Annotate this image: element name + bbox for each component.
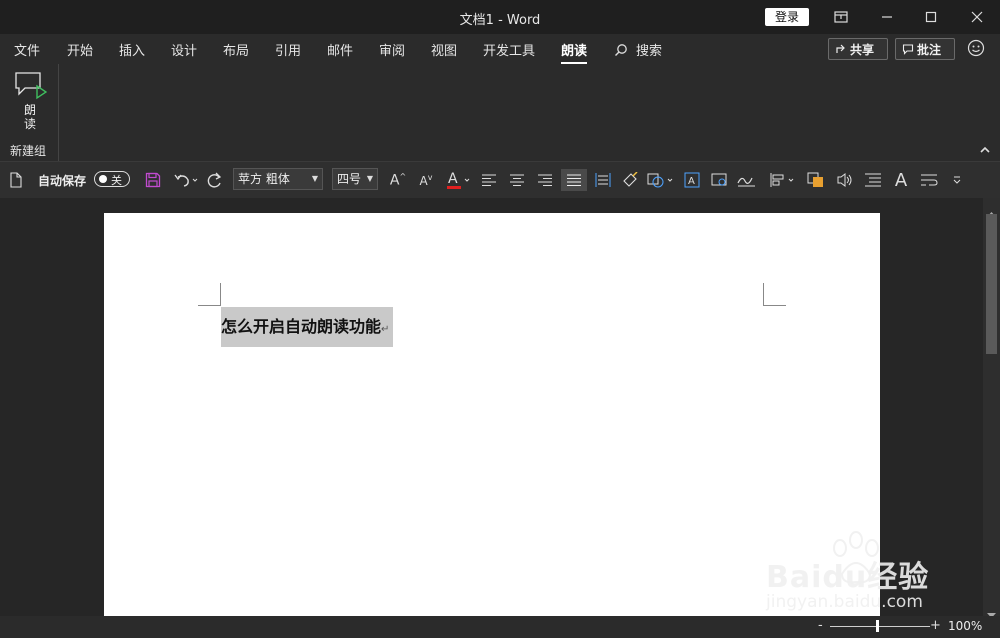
collapse-ribbon-icon[interactable] (980, 146, 990, 157)
status-bar: - + 100% (0, 616, 1000, 638)
text-effects-icon[interactable]: A (891, 169, 911, 191)
baidu-watermark: Baidu经验 jingyan.baidu.com (762, 530, 982, 620)
increase-font-size-icon[interactable]: A^ (388, 169, 408, 191)
maximize-icon[interactable] (908, 0, 954, 34)
align-left-icon[interactable] (478, 169, 500, 191)
heading-text: 怎么开启自动朗读功能 (221, 317, 382, 336)
zoom-level[interactable]: 100% (948, 619, 982, 633)
ribbon-tabs: 文件 开始 插入 设计 布局 引用 邮件 审阅 视图 开发工具 朗读 搜索 共享… (0, 34, 1000, 64)
signature-line-icon[interactable] (736, 169, 758, 191)
read-aloud-icon (15, 72, 48, 100)
zoom-slider-thumb[interactable] (876, 620, 879, 632)
tab-layout[interactable]: 布局 (223, 40, 249, 59)
title-bar: 文档1 - Word 登录 (0, 0, 1000, 34)
justify-icon[interactable] (561, 169, 587, 191)
read-aloud-label-1: 朗 (23, 103, 36, 117)
tab-read-aloud[interactable]: 朗读 (561, 40, 588, 64)
read-aloud-speaker-icon[interactable] (834, 169, 856, 191)
ribbon-panel: 朗 读 新建组 (0, 64, 1000, 161)
font-size-value: 四号 (337, 172, 362, 186)
comment-icon (902, 44, 914, 55)
font-size-select[interactable]: 四号 ▼ (332, 168, 378, 190)
share-icon (836, 44, 845, 53)
ribbon-display-options-icon[interactable] (818, 0, 864, 34)
autosave-label: 自动保存 (38, 173, 87, 188)
search-icon (615, 43, 627, 56)
text-box-icon[interactable]: A (682, 169, 702, 191)
read-aloud-button[interactable]: 朗 读 (10, 70, 50, 131)
save-icon[interactable] (144, 169, 162, 191)
tab-home[interactable]: 开始 (67, 40, 93, 59)
document-heading[interactable]: 怎么开启自动朗读功能↵ (221, 307, 394, 347)
new-document-icon[interactable] (8, 169, 24, 191)
tab-file[interactable]: 文件 (14, 40, 40, 59)
close-icon[interactable] (954, 0, 1000, 34)
comments-button[interactable]: 批注 (895, 38, 955, 60)
tab-insert[interactable]: 插入 (119, 40, 145, 59)
tab-design[interactable]: 设计 (171, 40, 197, 59)
tab-review[interactable]: 审阅 (379, 40, 405, 59)
svg-text:A: A (688, 176, 695, 187)
redo-icon[interactable] (204, 169, 226, 191)
search-label: 搜索 (636, 44, 663, 59)
chevron-down-icon: ▼ (366, 174, 373, 183)
tab-mailings[interactable]: 邮件 (327, 40, 353, 59)
font-color-icon[interactable]: A (444, 169, 472, 191)
crop-mark-right (763, 283, 786, 306)
format-painter-icon[interactable] (620, 169, 640, 191)
watermark-brand: Baidu经验 (766, 560, 930, 595)
tab-view[interactable]: 视图 (431, 40, 457, 59)
group-label: 新建组 (10, 144, 47, 158)
quick-access-toolbar: 自动保存 关 苹方 粗体 ▼ 四号 ▼ A^ Av A A A (0, 161, 1000, 199)
line-spacing-icon[interactable] (862, 169, 884, 191)
wrap-text-icon[interactable] (918, 169, 940, 191)
autosave-toggle[interactable]: 关 (94, 171, 130, 187)
tab-references[interactable]: 引用 (275, 40, 301, 59)
align-center-icon[interactable] (506, 169, 528, 191)
paragraph-mark-icon: ↵ (381, 324, 390, 335)
chevron-down-icon: ▼ (311, 174, 318, 183)
zoom-out-button[interactable]: - (818, 618, 823, 633)
tab-search[interactable]: 搜索 (614, 40, 662, 59)
position-icon[interactable] (768, 169, 798, 191)
share-button[interactable]: 共享 (828, 38, 888, 60)
vertical-scrollbar[interactable] (983, 198, 1000, 618)
ribbon-group-new: 朗 读 新建组 (0, 64, 59, 161)
watermark-url: jingyan.baidu.com (766, 592, 923, 612)
shapes-icon[interactable] (646, 169, 676, 191)
scrollbar-thumb[interactable] (986, 214, 997, 354)
read-aloud-label-2: 读 (23, 117, 36, 131)
picture-icon[interactable] (710, 169, 730, 191)
zoom-in-button[interactable]: + (930, 618, 941, 633)
minimize-icon[interactable] (864, 0, 910, 34)
customize-toolbar-icon[interactable] (950, 169, 964, 191)
font-name-value: 苹方 粗体 (238, 172, 290, 186)
distributed-align-icon[interactable] (592, 169, 614, 191)
comments-label: 批注 (917, 42, 942, 57)
decrease-font-size-icon[interactable]: Av (416, 169, 436, 191)
share-label: 共享 (850, 42, 875, 57)
crop-mark-left (198, 283, 221, 306)
undo-icon[interactable] (172, 169, 200, 191)
align-right-icon[interactable] (534, 169, 556, 191)
toggle-knob (99, 175, 107, 183)
svg-text:A: A (448, 171, 458, 187)
zoom-slider-track[interactable] (830, 626, 930, 627)
login-button[interactable]: 登录 (765, 8, 809, 26)
feedback-smiley-icon[interactable] (967, 39, 985, 61)
autosave-state: 关 (111, 174, 122, 187)
tab-developer[interactable]: 开发工具 (483, 40, 535, 59)
font-name-select[interactable]: 苹方 粗体 ▼ (233, 168, 323, 190)
bring-forward-icon[interactable] (806, 169, 826, 191)
